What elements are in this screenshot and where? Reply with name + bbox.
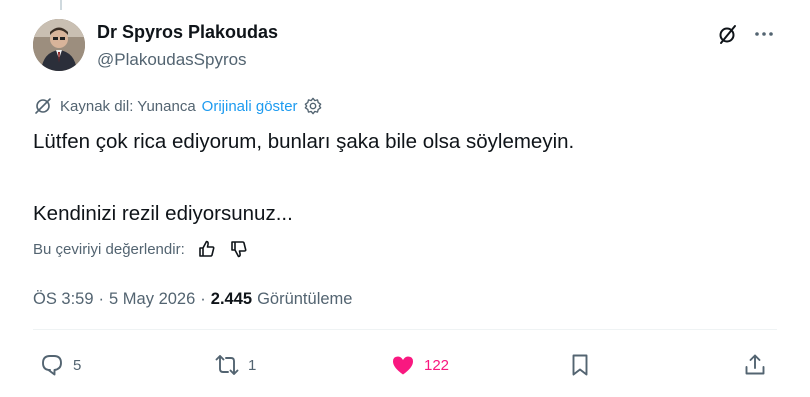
- thread-connector-line: [60, 0, 62, 10]
- thumbs-up-icon[interactable]: [197, 239, 217, 259]
- rate-translation-label: Bu çeviriyi değerlendir:: [33, 240, 185, 258]
- bookmark-button[interactable]: [567, 352, 593, 378]
- tweet-text-line: Kendinizi rezil ediyorsunuz...: [33, 202, 293, 225]
- tweet-date[interactable]: 5 May 2026: [109, 290, 195, 309]
- retweet-icon: [215, 355, 239, 375]
- like-count: 122: [424, 356, 450, 374]
- reply-icon: [42, 355, 62, 376]
- views-count[interactable]: 2.445: [211, 290, 252, 309]
- tweet-text-line: Lütfen çok rica ediyorum, bunları şaka b…: [33, 130, 575, 153]
- views-label: Görüntüleme: [257, 289, 353, 308]
- share-button[interactable]: [742, 352, 768, 378]
- retweet-button[interactable]: 1: [214, 352, 256, 378]
- reply-button[interactable]: 5: [39, 352, 81, 378]
- meta-separator: ·: [98, 289, 105, 308]
- author-handle[interactable]: @PlakoudasSpyros: [97, 50, 247, 70]
- author-name[interactable]: Dr Spyros Plakoudas: [97, 22, 278, 43]
- tweet-time[interactable]: ÖS 3:59: [33, 290, 94, 309]
- avatar-image: [33, 19, 85, 71]
- translation-settings-icon[interactable]: [304, 97, 322, 115]
- translate-globe-icon: [35, 98, 51, 114]
- translation-notice: Kaynak dil: Yunanca Orijinali göster: [33, 95, 322, 117]
- tweet-text: Lütfen çok rica ediyorum, bunları şaka b…: [33, 128, 773, 228]
- meta-separator: ·: [200, 289, 206, 308]
- like-button[interactable]: 122: [390, 352, 449, 378]
- bookmark-icon: [572, 354, 588, 376]
- divider: [33, 329, 777, 330]
- tweet-metadata: ÖS 3:59 · 5 May 2026 · 2.445 Görüntüleme: [33, 288, 352, 310]
- reply-count: 5: [73, 356, 82, 374]
- grok-icon[interactable]: [716, 22, 740, 46]
- more-options-icon[interactable]: [752, 22, 776, 46]
- translation-source-label: Kaynak dil: Yunanca: [60, 97, 196, 115]
- share-icon: [745, 354, 765, 375]
- thumbs-down-icon[interactable]: [229, 239, 249, 259]
- retweet-count: 1: [248, 356, 257, 374]
- avatar[interactable]: [33, 19, 85, 71]
- heart-icon: [393, 356, 413, 375]
- show-original-link[interactable]: Orijinali göster: [202, 98, 298, 115]
- rate-translation: Bu çeviriyi değerlendir:: [33, 238, 249, 260]
